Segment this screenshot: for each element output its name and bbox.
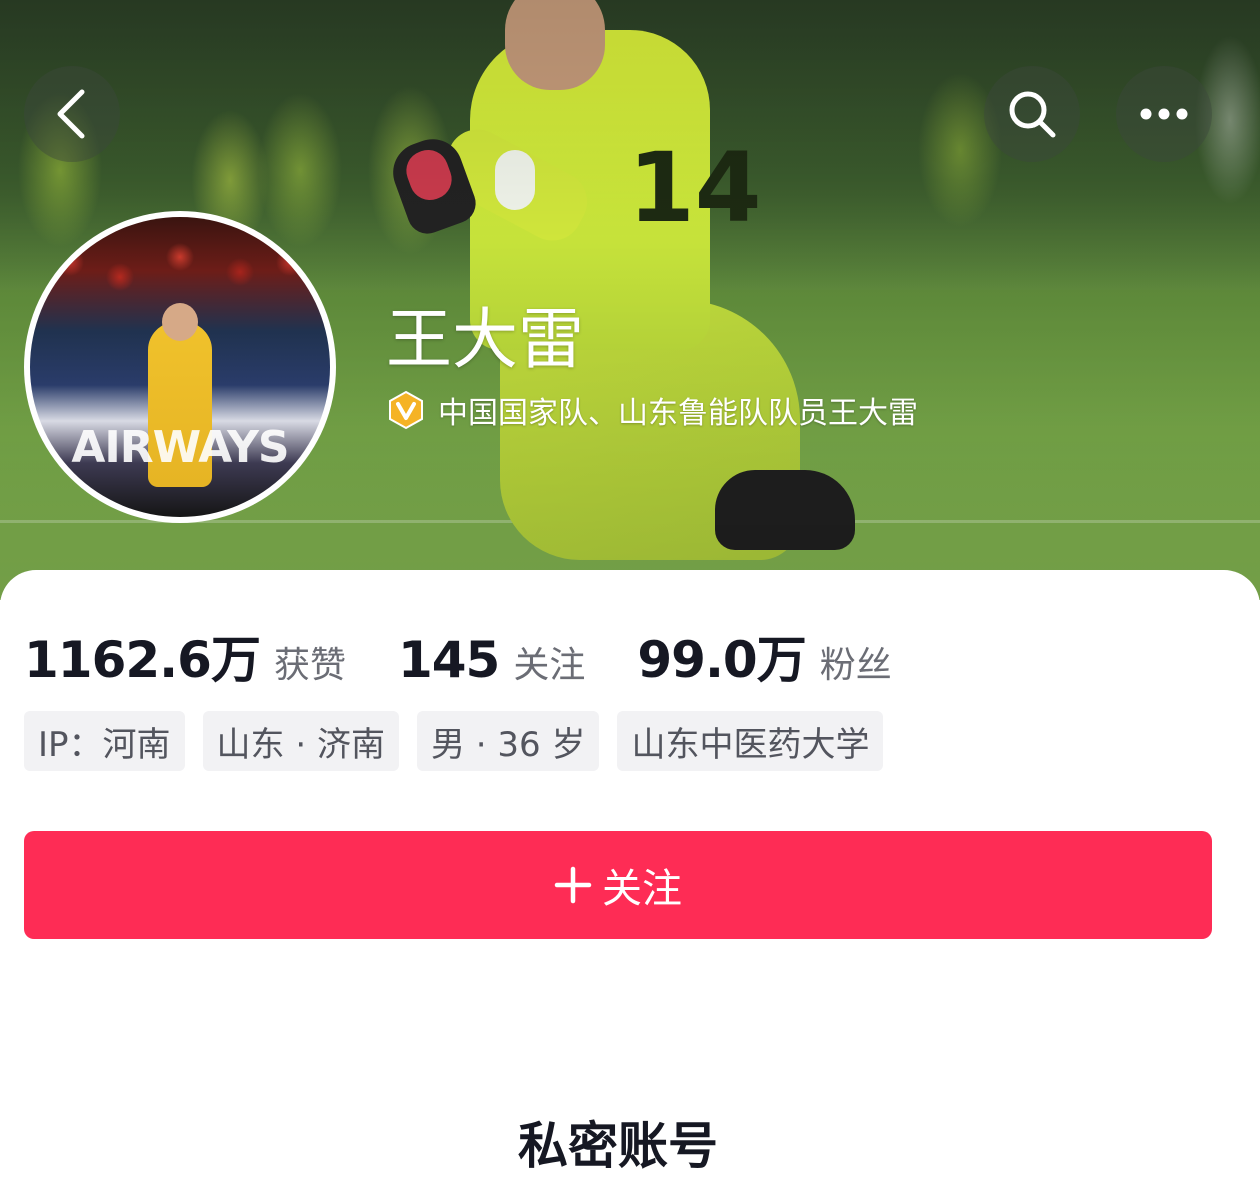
stat-likes-label: 获赞	[273, 645, 346, 686]
more-dots-icon	[1140, 108, 1188, 120]
tag-ip-location: IP：河南	[24, 711, 185, 771]
avatar-banner-text: AIRWAYS	[71, 422, 289, 473]
profile-name: 王大雷	[386, 301, 584, 378]
stat-following[interactable]: 145 关注	[398, 631, 585, 689]
stat-followers-label: 粉丝	[819, 645, 892, 686]
verification-line: 中国国家队、山东鲁能队队员王大雷	[386, 388, 918, 432]
private-account-title: 私密账号	[518, 1117, 718, 1175]
search-icon	[1009, 91, 1056, 138]
stat-followers-value: 99.0万	[637, 631, 806, 689]
stat-following-label: 关注	[513, 645, 586, 686]
more-button[interactable]	[1116, 66, 1212, 162]
tag-school[interactable]: 山东中医药大学	[617, 711, 884, 771]
plus-icon	[554, 866, 592, 904]
tag-city: 山东 · 济南	[202, 711, 399, 771]
back-button[interactable]	[24, 66, 120, 162]
chevron-left-icon	[57, 89, 85, 139]
verification-text: 中国国家队、山东鲁能队队员王大雷	[438, 396, 918, 431]
avatar[interactable]: AIRWAYS	[24, 211, 336, 523]
stat-following-value: 145	[397, 631, 500, 689]
stat-likes[interactable]: 1162.6万 获赞	[24, 620, 346, 692]
profile-card: 1162.6万 获赞 145 关注 99.0万 粉丝 IP：河南 山东 · 济南…	[0, 570, 1260, 1198]
avatar-player-head	[162, 303, 198, 341]
tag-gender-age: 男 · 36 岁	[416, 711, 600, 771]
follow-button[interactable]: 关注	[24, 831, 1212, 939]
stat-likes-value: 1162.6万	[24, 631, 261, 689]
stat-followers[interactable]: 99.0万 粉丝	[637, 620, 891, 692]
follow-button-label: 关注	[602, 866, 682, 912]
profile-tags: IP：河南 山东 · 济南 男 · 36 岁 山东中医药大学	[24, 711, 884, 771]
verified-badge-icon	[386, 390, 426, 430]
search-button[interactable]	[984, 66, 1080, 162]
stats-row: 1162.6万 获赞 145 关注 99.0万 粉丝	[24, 620, 944, 689]
avatar-image: AIRWAYS	[30, 217, 330, 517]
